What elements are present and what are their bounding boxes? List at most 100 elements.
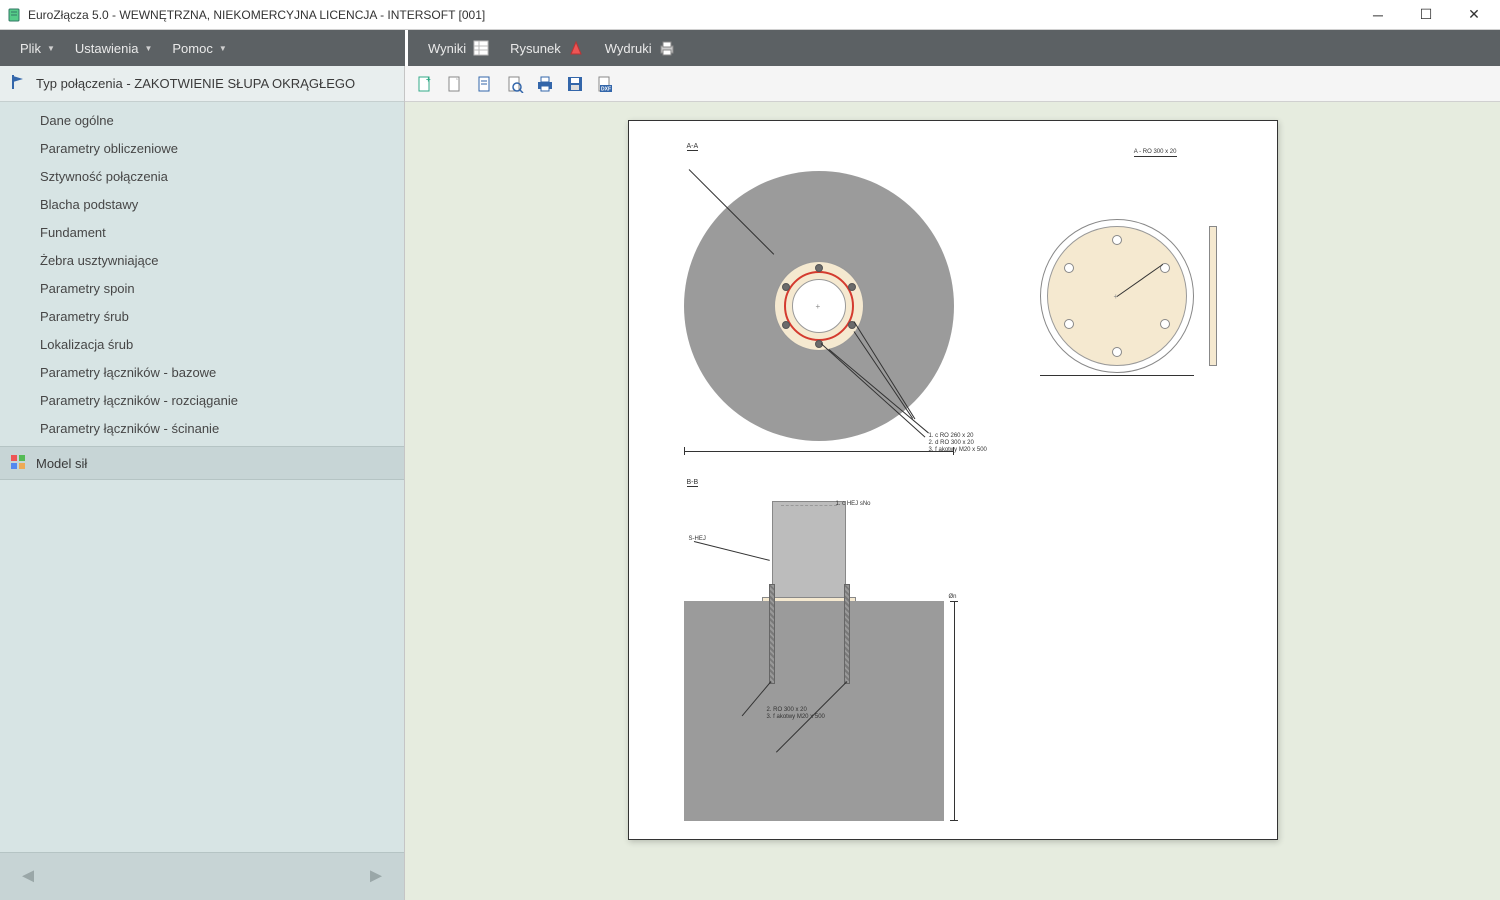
sidebar-footer: ◄ ► (0, 852, 404, 900)
bolt-hole (1112, 235, 1122, 245)
app-icon (6, 7, 22, 23)
maximize-icon[interactable]: ☐ (1414, 3, 1438, 27)
model-icon (10, 454, 26, 473)
table-icon (472, 39, 490, 57)
close-icon[interactable]: ✕ (1462, 3, 1486, 27)
chevron-down-icon: ▼ (144, 44, 152, 53)
sidebar-item[interactable]: Parametry łączników - rozciąganie (0, 386, 404, 414)
drawing-paper: A-A A - RO 300 x 20 B-B + (628, 120, 1278, 840)
plate-side-strip (1209, 226, 1217, 366)
sidebar-item[interactable]: Blacha podstawy (0, 190, 404, 218)
sidebar-item[interactable]: Dane ogólne (0, 106, 404, 134)
bolt (782, 283, 790, 291)
annotation: 1. c HEJ sNo (836, 501, 871, 508)
cone-icon (567, 39, 585, 57)
dxf-export-icon[interactable]: DXF (595, 74, 615, 94)
dim-label: Øn (949, 594, 957, 601)
sidebar-item-label: Fundament (40, 225, 106, 240)
ribbon-row: Plik ▼ Ustawienia ▼ Pomoc ▼ Wyniki Rysun… (0, 30, 1500, 66)
chevron-down-icon: ▼ (47, 44, 55, 53)
sidebar-item[interactable]: Fundament (0, 218, 404, 246)
svg-text:DXF: DXF (601, 86, 611, 92)
bolt-hole (1112, 347, 1122, 357)
sidebar-item[interactable]: Parametry łączników - ścinanie (0, 414, 404, 442)
flag-icon (10, 74, 26, 93)
leader-line (693, 541, 769, 561)
nav-prev-icon[interactable]: ◄ (14, 863, 42, 891)
print-icon[interactable] (535, 74, 555, 94)
dimension-line (954, 601, 955, 821)
drawing-area[interactable]: A-A A - RO 300 x 20 B-B + (405, 102, 1500, 900)
dim-tick (950, 820, 958, 821)
main-panel: + DXF A-A A (405, 66, 1500, 900)
sidebar-item[interactable]: Parametry śrub (0, 302, 404, 330)
sidebar-item-label: Parametry spoin (40, 281, 135, 296)
svg-text:+: + (426, 75, 431, 84)
chevron-down-icon: ▼ (219, 44, 227, 53)
sidebar-header[interactable]: Typ połączenia - ZAKOTWIENIE SŁUPA OKRĄG… (0, 66, 404, 102)
sidebar-item-label: Dane ogólne (40, 113, 114, 128)
window-controls: ─ ☐ ✕ (1366, 3, 1494, 27)
sidebar-header-label: Typ połączenia - ZAKOTWIENIE SŁUPA OKRĄG… (36, 76, 355, 91)
sidebar-item-label: Lokalizacja śrub (40, 337, 133, 352)
menu-results-label: Wyniki (428, 41, 466, 56)
anchor-bolt (769, 584, 775, 684)
bolt (848, 283, 856, 291)
drawing-toolbar: + DXF (405, 66, 1500, 102)
page-icon[interactable] (475, 74, 495, 94)
menu-printouts-label: Wydruki (605, 41, 652, 56)
annotation: S-HEJ (689, 536, 706, 543)
sidebar-item[interactable]: Parametry spoin (0, 274, 404, 302)
titlebar: EuroZłącza 5.0 - WEWNĘTRZNA, NIEKOMERCYJ… (0, 0, 1500, 30)
left-menu-bar: Plik ▼ Ustawienia ▼ Pomoc ▼ (0, 30, 405, 66)
printer-icon (658, 39, 676, 57)
bolt (815, 264, 823, 272)
sidebar-item-label: Parametry łączników - rozciąganie (40, 393, 238, 408)
bolt-hole (1160, 319, 1170, 329)
menu-help[interactable]: Pomoc ▼ (162, 30, 236, 66)
sidebar-item[interactable]: Żebra usztywniające (0, 246, 404, 274)
sidebar-item-label: Parametry łączników - ścinanie (40, 421, 219, 436)
dim-tick (684, 447, 685, 455)
sidebar: Typ połączenia - ZAKOTWIENIE SŁUPA OKRĄG… (0, 66, 405, 900)
sidebar-items: Dane ogólne Parametry obliczeniowe Sztyw… (0, 102, 404, 442)
annotation: 2. RO 300 x 203. f akotwy M20 x 500 (767, 707, 825, 721)
window-title: EuroZłącza 5.0 - WEWNĘTRZNA, NIEKOMERCYJ… (28, 8, 485, 22)
save-icon[interactable] (565, 74, 585, 94)
sidebar-item-label: Żebra usztywniające (40, 253, 159, 268)
preview-icon[interactable] (505, 74, 525, 94)
sidebar-item-label: Parametry śrub (40, 309, 129, 324)
sidebar-item[interactable]: Parametry łączników - bazowe (0, 358, 404, 386)
dim-tick (953, 447, 954, 455)
menu-file[interactable]: Plik ▼ (10, 30, 65, 66)
bolt-hole (1064, 319, 1074, 329)
document-icon[interactable] (445, 74, 465, 94)
right-menu-bar: Wyniki Rysunek Wydruki (408, 30, 1500, 66)
menu-printouts[interactable]: Wydruki (595, 30, 686, 66)
sidebar-item-label: Sztywność połączenia (40, 169, 168, 184)
menu-help-label: Pomoc (172, 41, 212, 56)
nav-next-icon[interactable]: ► (362, 863, 390, 891)
sidebar-item[interactable]: Lokalizacja śrub (0, 330, 404, 358)
menu-drawing-label: Rysunek (510, 41, 561, 56)
plate-detail-label: A - RO 300 x 20 (1134, 149, 1177, 157)
sidebar-section-model[interactable]: Model sił (0, 446, 404, 480)
menu-settings[interactable]: Ustawienia ▼ (65, 30, 163, 66)
menu-drawing[interactable]: Rysunek (500, 30, 595, 66)
view-label-top: A-A (687, 143, 699, 151)
minimize-icon[interactable]: ─ (1366, 3, 1390, 27)
center-mark: + (816, 302, 821, 311)
menu-results[interactable]: Wyniki (418, 30, 500, 66)
anchor-bolt (844, 584, 850, 684)
sidebar-item-label: Parametry obliczeniowe (40, 141, 178, 156)
bolt-hole (1064, 263, 1074, 273)
sidebar-item[interactable]: Parametry obliczeniowe (0, 134, 404, 162)
sidebar-item-label: Blacha podstawy (40, 197, 138, 212)
column-elevation (772, 501, 846, 601)
new-page-icon[interactable]: + (415, 74, 435, 94)
dimension-line (684, 451, 954, 452)
bolt (782, 321, 790, 329)
dimension-line (1040, 375, 1194, 376)
sidebar-item[interactable]: Sztywność połączenia (0, 162, 404, 190)
sidebar-section-label: Model sił (36, 456, 87, 471)
